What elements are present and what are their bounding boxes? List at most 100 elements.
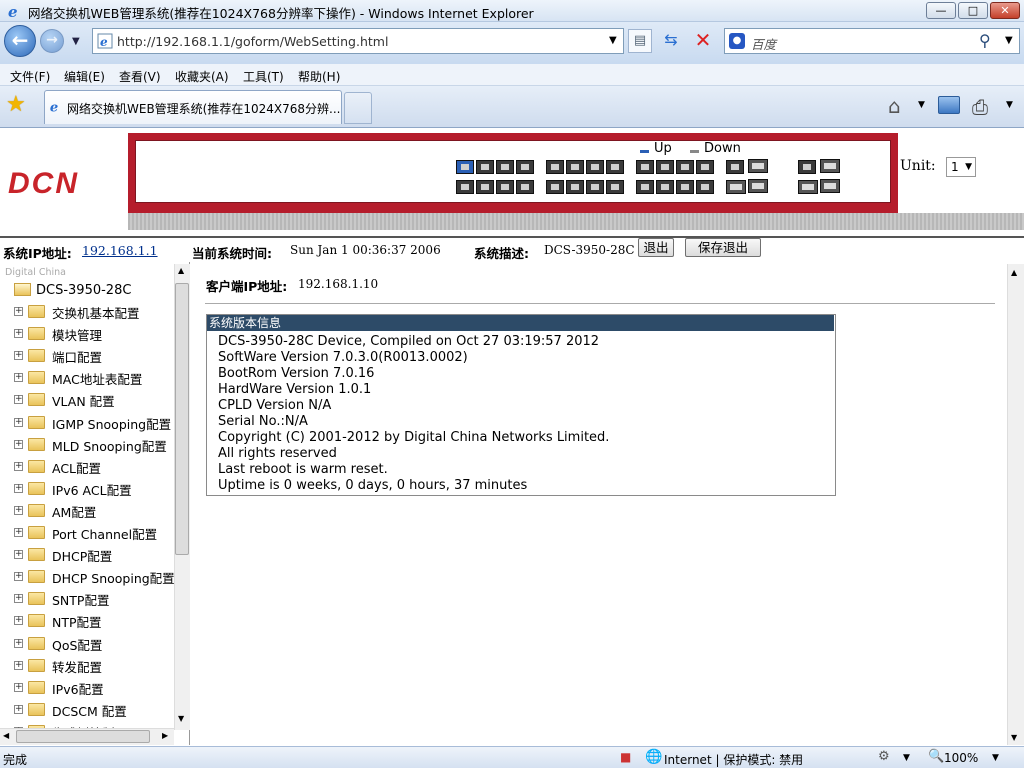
minimize-button[interactable]: — (926, 2, 956, 19)
switch-port[interactable] (656, 180, 674, 194)
switch-port[interactable] (676, 180, 694, 194)
expand-icon[interactable]: + (14, 638, 23, 648)
search-dropdown-icon[interactable]: ▼ (1005, 35, 1013, 46)
zoom-level[interactable]: 100% (944, 751, 978, 765)
expand-icon[interactable]: + (14, 572, 23, 582)
scroll-right-icon[interactable]: ▶ (162, 731, 168, 740)
switch-port[interactable] (726, 180, 746, 194)
switch-port[interactable] (516, 160, 534, 174)
switch-port[interactable] (586, 180, 604, 194)
switch-port[interactable] (606, 180, 624, 194)
expand-icon[interactable]: + (14, 682, 23, 692)
security-icon[interactable]: ⚙ (878, 749, 890, 764)
stop-icon[interactable]: ✕ (690, 29, 716, 53)
switch-port[interactable] (606, 160, 624, 174)
browser-tab-active[interactable]: e 网络交换机WEB管理系统(推荐在1024X768分辨... (44, 90, 342, 124)
security-dropdown-icon[interactable]: ▼ (903, 753, 910, 763)
switch-port[interactable] (636, 160, 654, 174)
home-icon[interactable]: ⌂ (888, 94, 901, 118)
switch-port[interactable] (676, 160, 694, 174)
system-ip-link[interactable]: 192.168.1.1 (82, 243, 158, 258)
sidebar-scroll-thumb[interactable] (175, 283, 189, 555)
address-url[interactable]: http://192.168.1.1/goform/WebSetting.htm… (117, 34, 388, 49)
expand-icon[interactable]: + (14, 704, 23, 714)
switch-port[interactable] (798, 180, 818, 194)
expand-icon[interactable]: + (14, 616, 23, 626)
switch-port[interactable] (636, 180, 654, 194)
main-scroll-up-icon[interactable]: ▲ (1011, 268, 1017, 277)
switch-port[interactable] (566, 160, 584, 174)
forward-button[interactable]: → (40, 29, 64, 53)
scroll-left-icon[interactable]: ◀ (3, 731, 9, 740)
expand-icon[interactable]: + (14, 395, 23, 405)
sidebar-hscroll-thumb[interactable] (16, 730, 150, 743)
maximize-button[interactable]: □ (958, 2, 988, 19)
search-icon[interactable]: ⚲ (979, 31, 991, 50)
switch-port[interactable] (748, 179, 768, 193)
security-zone[interactable]: Internet | 保护模式: 禁用 (664, 751, 803, 768)
expand-icon[interactable]: + (14, 417, 23, 427)
address-dropdown-icon[interactable]: ▼ (609, 35, 617, 46)
save-logout-button[interactable]: 保存退出 (685, 238, 761, 257)
print-icon[interactable]: ⎙ (972, 95, 988, 119)
switch-port[interactable] (566, 180, 584, 194)
switch-port[interactable] (546, 160, 564, 174)
back-button[interactable]: ← (4, 25, 36, 57)
main-vertical-scrollbar[interactable] (1007, 264, 1024, 745)
zoom-dropdown-icon[interactable]: ▼ (992, 753, 999, 763)
scroll-up-icon[interactable]: ▲ (178, 266, 184, 275)
expand-icon[interactable]: + (14, 528, 23, 537)
switch-port[interactable] (656, 160, 674, 174)
expand-icon[interactable]: + (14, 505, 23, 515)
menu-file[interactable]: 文件(F) (10, 68, 50, 85)
switch-port[interactable] (696, 180, 714, 194)
expand-icon[interactable]: + (14, 594, 23, 604)
history-dropdown-icon[interactable]: ▼ (72, 36, 80, 47)
print-dropdown-icon[interactable]: ▼ (1006, 100, 1013, 110)
search-box[interactable]: ● 百度 ⚲ ▼ (724, 28, 1020, 54)
feeds-icon[interactable] (938, 96, 960, 114)
switch-port[interactable] (798, 160, 816, 174)
logout-button[interactable]: 退出 (638, 238, 674, 257)
expand-icon[interactable]: + (14, 351, 23, 361)
switch-port[interactable] (456, 180, 474, 194)
switch-port[interactable] (586, 160, 604, 174)
expand-icon[interactable]: + (14, 373, 23, 383)
switch-port[interactable] (496, 160, 514, 174)
switch-port[interactable] (820, 159, 840, 173)
popup-blocked-icon[interactable]: ■ (620, 750, 631, 764)
switch-port[interactable] (476, 160, 494, 174)
close-button[interactable]: ✕ (990, 2, 1020, 19)
expand-icon[interactable]: + (14, 307, 23, 316)
expand-icon[interactable]: + (14, 439, 23, 449)
favorites-star-icon[interactable]: ★ (6, 92, 26, 117)
switch-port[interactable] (546, 180, 564, 194)
menu-tools[interactable]: 工具(T) (243, 68, 284, 85)
switch-port[interactable] (726, 160, 744, 174)
expand-icon[interactable]: + (14, 461, 23, 471)
expand-icon[interactable]: + (14, 660, 23, 670)
switch-port[interactable] (820, 179, 840, 193)
scroll-down-icon[interactable]: ▼ (178, 714, 184, 723)
new-tab-button[interactable] (344, 92, 372, 124)
unit-select[interactable]: 1 ▼ (946, 157, 976, 177)
switch-port[interactable] (696, 160, 714, 174)
switch-port[interactable] (516, 180, 534, 194)
menu-edit[interactable]: 编辑(E) (64, 68, 105, 85)
address-bar[interactable]: e http://192.168.1.1/goform/WebSetting.h… (92, 28, 624, 54)
switch-port[interactable] (456, 160, 474, 174)
tree-root[interactable]: DCS-3950-28C (36, 283, 131, 298)
menu-favorites[interactable]: 收藏夹(A) (175, 68, 229, 85)
main-scroll-down-icon[interactable]: ▼ (1011, 733, 1017, 742)
expand-icon[interactable]: + (14, 550, 23, 560)
switch-port[interactable] (496, 180, 514, 194)
menu-view[interactable]: 查看(V) (119, 68, 161, 85)
switch-port[interactable] (476, 180, 494, 194)
switch-port[interactable] (748, 159, 768, 173)
expand-icon[interactable]: + (14, 483, 23, 493)
refresh-icon[interactable]: ⇆ (658, 29, 684, 53)
expand-icon[interactable]: + (14, 329, 23, 339)
menu-help[interactable]: 帮助(H) (298, 68, 340, 85)
compatibility-view-icon[interactable]: ▤ (628, 29, 652, 53)
home-dropdown-icon[interactable]: ▼ (918, 100, 925, 110)
